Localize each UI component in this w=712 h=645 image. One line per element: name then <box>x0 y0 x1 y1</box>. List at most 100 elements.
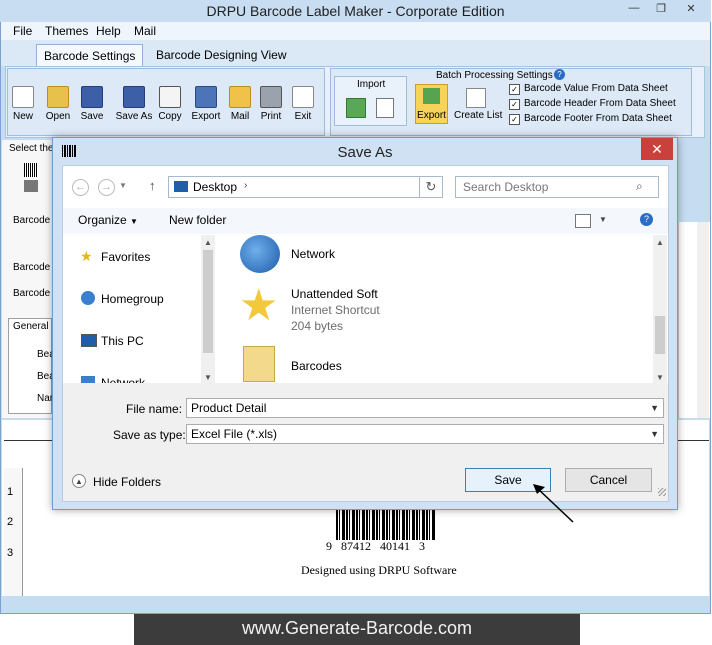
footer-url[interactable]: www.Generate-Barcode.com <box>134 618 580 639</box>
copy-button[interactable]: Copy <box>153 86 187 122</box>
tab-barcode-designing-view[interactable]: Barcode Designing View <box>149 44 294 66</box>
view-options-icon[interactable] <box>575 214 591 228</box>
tree-scrollbar-thumb[interactable] <box>203 250 213 353</box>
maximize-button[interactable]: ❐ <box>648 2 674 16</box>
tree-network-icon <box>81 376 95 383</box>
batch-title: Batch Processing Settings <box>436 70 553 81</box>
save-as-label: Save As <box>115 111 153 122</box>
floppy-disk-icon <box>81 86 103 108</box>
export-label: Export <box>191 111 221 122</box>
open-button[interactable]: Open <box>41 86 75 122</box>
tree-scroll-down-icon[interactable]: ▼ <box>204 373 212 382</box>
dialog-title: Save As <box>337 144 393 161</box>
barcode-number: 9 87412 40141 3 <box>326 539 425 553</box>
create-list-icon[interactable] <box>466 88 486 108</box>
menu-mail[interactable]: Mail <box>134 24 156 38</box>
search-icon[interactable]: ⌕ <box>636 179 643 194</box>
general-row-3: Nar <box>37 393 54 404</box>
hide-folders-icon[interactable]: ▲ <box>72 474 86 488</box>
file-scroll-down-icon[interactable]: ▼ <box>656 373 664 382</box>
refresh-icon[interactable]: ↻ <box>419 176 443 198</box>
view-dropdown-icon[interactable]: ▼ <box>599 215 607 224</box>
file-unattended-type: Internet Shortcut <box>291 303 380 317</box>
close-window-button[interactable]: ✕ <box>674 2 708 16</box>
ruler-mark-1: 1 <box>7 486 14 498</box>
import-file-icon[interactable] <box>376 98 394 118</box>
save-toolbar-button[interactable]: Save <box>75 86 109 122</box>
network-globe-icon[interactable] <box>240 235 280 273</box>
this-pc-icon <box>81 334 97 347</box>
recent-locations-icon[interactable]: ▼ <box>119 181 127 190</box>
right-scrollbar[interactable] <box>697 222 709 418</box>
new-icon <box>12 86 34 108</box>
export-toolbar-button[interactable]: Export <box>189 86 223 122</box>
address-chevron-icon[interactable]: › <box>244 180 247 191</box>
file-list-scrollbar-thumb[interactable] <box>655 316 665 354</box>
search-input[interactable]: Search Desktop <box>463 180 548 194</box>
file-barcodes-name[interactable]: Barcodes <box>291 359 342 373</box>
import-excel-icon[interactable] <box>346 98 366 118</box>
import-title: Import <box>357 79 386 90</box>
file-name-input[interactable]: Product Detail ▼ <box>186 398 664 418</box>
minimize-button[interactable]: — <box>620 2 648 16</box>
save-as-type-label: Save as type: <box>113 428 186 442</box>
barcode-image[interactable] <box>336 510 436 540</box>
mail-button[interactable]: Mail <box>223 86 257 122</box>
tree-homegroup[interactable]: Homegroup <box>101 292 164 306</box>
print-button[interactable]: Print <box>254 86 288 122</box>
desktop-icon <box>174 181 188 192</box>
checkbox-barcode-header[interactable]: ✓ Barcode Header From Data Sheet <box>509 98 676 110</box>
barcodes-folder-icon[interactable] <box>243 346 275 382</box>
file-unattended-name[interactable]: Unattended Soft <box>291 287 378 301</box>
back-arrow-icon[interactable]: ← <box>72 179 89 196</box>
print-label: Print <box>260 111 282 122</box>
file-name-label: File name: <box>126 402 183 416</box>
barcode-type-icon-2[interactable] <box>24 180 38 192</box>
menu-themes[interactable]: Themes <box>45 24 88 38</box>
menu-file[interactable]: File <box>13 24 32 38</box>
resize-grip-icon[interactable] <box>658 488 666 496</box>
tree-favorites[interactable]: Favorites <box>101 250 150 264</box>
copy-icon <box>159 86 181 108</box>
organize-button[interactable]: Organize ▼ <box>78 213 138 227</box>
organize-dropdown-icon: ▼ <box>130 217 138 226</box>
exit-button[interactable]: Exit <box>286 86 320 122</box>
mail-label: Mail <box>230 111 250 122</box>
file-network-name[interactable]: Network <box>291 247 335 261</box>
tab-barcode-settings[interactable]: Barcode Settings <box>36 44 144 66</box>
checkbox-barcode-footer-label: Barcode Footer From Data Sheet <box>524 113 672 124</box>
save-as-type-select[interactable]: Excel File (*.xls) ▼ <box>186 424 664 444</box>
save-as-type-dropdown-icon[interactable]: ▼ <box>650 425 659 443</box>
new-folder-button[interactable]: New folder <box>169 213 226 227</box>
printer-icon <box>260 86 282 108</box>
barcode-type-icon[interactable] <box>24 163 38 177</box>
favorites-star-icon: ★ <box>80 248 93 264</box>
create-list-label[interactable]: Create List <box>454 110 502 121</box>
checkbox-barcode-value[interactable]: ✓ Barcode Value From Data Sheet <box>509 83 668 95</box>
save-as-button[interactable]: Save As <box>114 86 154 122</box>
unattended-soft-star-icon[interactable]: ★ <box>239 284 278 328</box>
file-name-value: Product Detail <box>191 401 267 415</box>
help-icon[interactable]: ? <box>554 69 565 80</box>
address-bar[interactable]: Desktop › ⌄ <box>168 176 443 198</box>
file-name-dropdown-icon[interactable]: ▼ <box>650 399 659 417</box>
exit-label: Exit <box>294 111 312 122</box>
tree-this-pc[interactable]: This PC <box>101 334 144 348</box>
save-as-dialog: Save As ✕ ← → ▼ ↑ Desktop › ⌄ ↻ Search D… <box>52 137 678 510</box>
up-arrow-icon[interactable]: ↑ <box>149 178 156 193</box>
menu-help[interactable]: Help <box>96 24 121 38</box>
export-batch-label: Export <box>417 110 446 121</box>
tree-scroll-up-icon[interactable]: ▲ <box>204 238 212 247</box>
file-list-scrollbar[interactable] <box>653 235 667 383</box>
search-box[interactable]: Search Desktop ⌕ <box>455 176 659 198</box>
address-desktop[interactable]: Desktop <box>193 180 237 194</box>
file-scroll-up-icon[interactable]: ▲ <box>656 238 664 247</box>
dialog-help-icon[interactable]: ? <box>640 213 653 226</box>
checkbox-barcode-footer[interactable]: ✓ Barcode Footer From Data Sheet <box>509 113 672 125</box>
new-button[interactable]: New <box>6 86 40 122</box>
save-as-icon <box>123 86 145 108</box>
hide-folders-button[interactable]: Hide Folders <box>93 475 161 489</box>
dialog-close-button[interactable]: ✕ <box>641 138 673 160</box>
forward-arrow-icon[interactable]: → <box>98 179 115 196</box>
open-label: Open <box>45 111 71 122</box>
